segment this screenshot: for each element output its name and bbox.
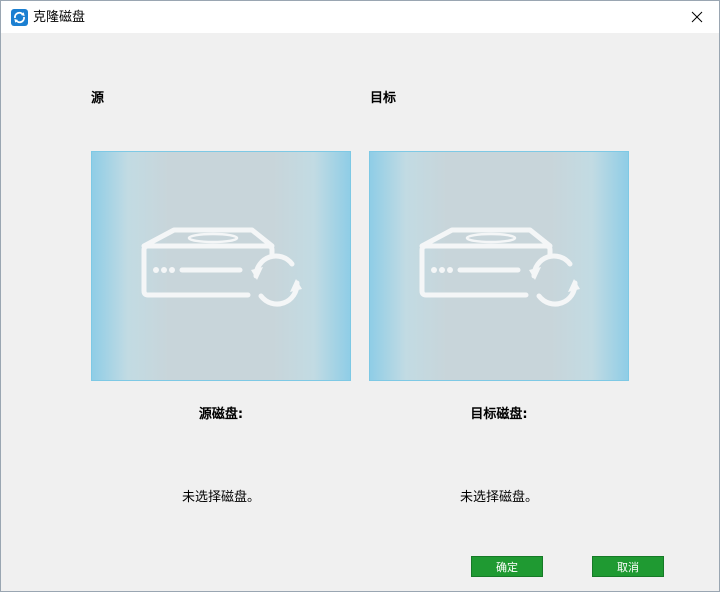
source-disk-title: 源磁盘: bbox=[198, 407, 244, 422]
title-bar[interactable]: 克隆磁盘 bbox=[1, 1, 719, 33]
clone-disk-app-icon bbox=[11, 9, 28, 26]
source-disk-selector[interactable] bbox=[91, 151, 351, 381]
source-label: 源 bbox=[91, 91, 105, 106]
target-label: 目标 bbox=[370, 91, 397, 106]
close-icon bbox=[691, 11, 703, 23]
ok-button[interactable]: 确定 bbox=[471, 556, 543, 577]
target-disk-status: 未选择磁盘。 bbox=[459, 490, 538, 505]
disk-clone-icon bbox=[141, 227, 302, 307]
cancel-button[interactable]: 取消 bbox=[592, 556, 664, 577]
close-button[interactable] bbox=[675, 1, 719, 33]
target-disk-title: 目标磁盘: bbox=[470, 407, 528, 422]
target-disk-selector[interactable] bbox=[369, 151, 629, 381]
clone-disk-dialog: 克隆磁盘 源 源磁盘: 未选择磁盘。 目标 目标磁盘: 未选择磁盘。 确定 取消 bbox=[0, 0, 720, 592]
disk-clone-icon bbox=[419, 227, 580, 307]
source-disk-status: 未选择磁盘。 bbox=[181, 490, 260, 505]
window-title: 克隆磁盘 bbox=[33, 10, 86, 25]
